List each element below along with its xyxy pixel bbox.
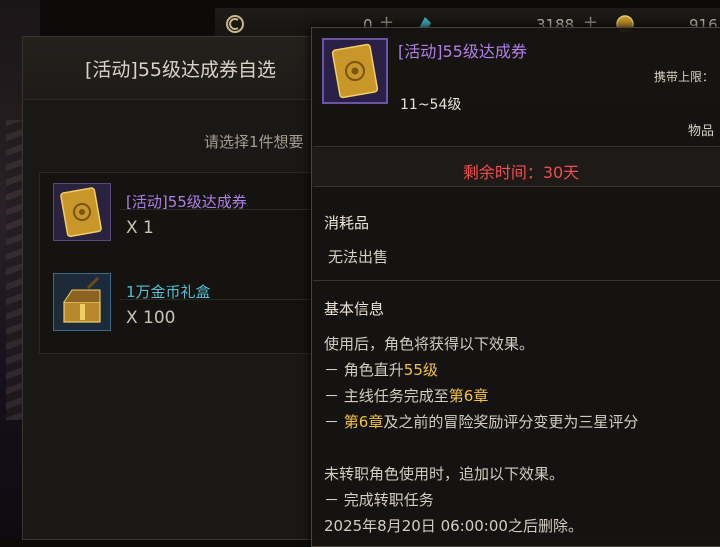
item-category-label: 物品 — [688, 124, 715, 139]
item-tooltip: [活动]55级达成券 携带上限： 11~54级 物品 剩余时间：30天 消耗品 … — [311, 27, 720, 547]
expiry-date: 2025年8月20日 06:00:00之后删除。 — [324, 517, 583, 535]
dialog-title: [活动]55级达成券自选 — [85, 59, 277, 81]
effect-intro: 使用后，角色将获得以下效果。 — [324, 335, 535, 353]
reward-quantity: X 100 — [126, 308, 176, 328]
level-range: 11~54级 — [400, 97, 462, 113]
unpromoted-note: 未转职角色使用时，追加以下效果。 — [324, 465, 565, 483]
divider — [313, 280, 720, 281]
reward-quantity: X 1 — [126, 218, 154, 238]
divider — [313, 146, 720, 147]
gold-box-icon — [53, 273, 111, 331]
effect-job-quest: － 完成转职任务 — [324, 491, 434, 509]
item-name: [活动]55级达成券 — [398, 42, 527, 61]
ceras-icon — [226, 15, 244, 33]
remaining-time: 剩余时间：30天 — [462, 163, 580, 182]
level-ticket-icon — [322, 38, 388, 104]
item-type: 消耗品 — [324, 214, 370, 232]
level-ticket-icon — [53, 183, 111, 241]
section-basic-info: 基本信息 — [324, 300, 385, 318]
carry-limit-label: 携带上限： — [654, 70, 715, 84]
divider — [313, 186, 720, 187]
effect-level-up: － 角色直升55级 — [324, 361, 438, 379]
dialog-prompt: 请选择1件想要 — [204, 133, 304, 151]
remaining-time-row: 剩余时间：30天 — [312, 148, 720, 186]
effect-adventure-rating: － 第6章及之前的冒险奖励评分变更为三星评分 — [324, 413, 639, 431]
effect-main-quest: － 主线任务完成至第6章 — [324, 387, 489, 405]
trade-restriction: 无法出售 — [328, 248, 389, 266]
